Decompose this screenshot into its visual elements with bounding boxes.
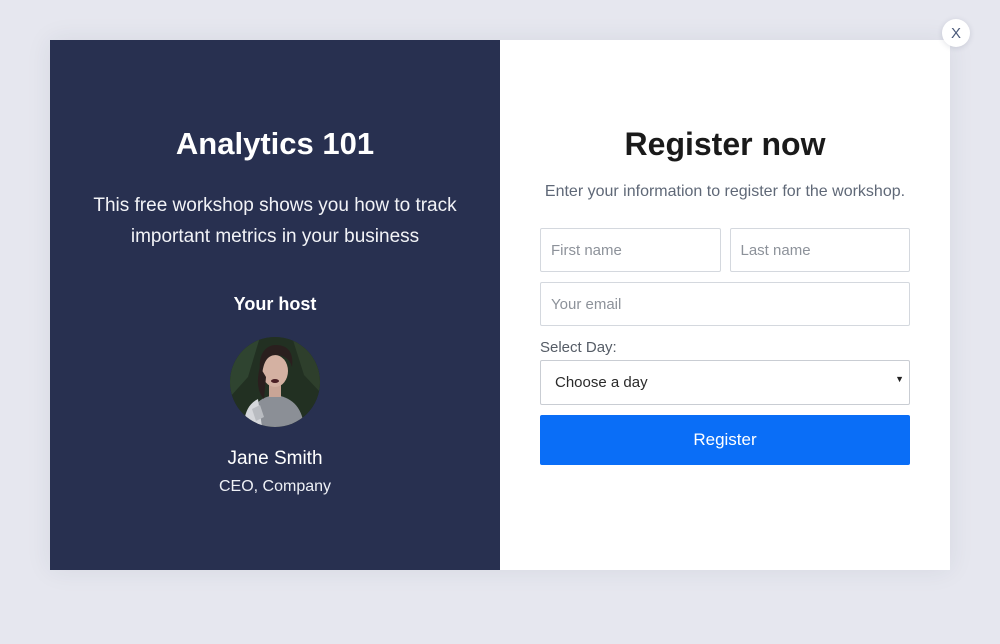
form-title: Register now bbox=[624, 126, 826, 162]
email-input[interactable] bbox=[540, 282, 910, 326]
last-name-input[interactable] bbox=[729, 228, 910, 272]
select-day-label: Select Day: bbox=[540, 339, 617, 356]
day-select-value: Choose a day bbox=[555, 374, 648, 391]
host-name: Jane Smith bbox=[227, 448, 323, 469]
close-icon: X bbox=[950, 24, 961, 42]
day-select[interactable]: Choose a day ▼ bbox=[540, 360, 910, 405]
event-info-panel: Analytics 101 This free workshop shows y… bbox=[50, 40, 500, 570]
register-button[interactable]: Register bbox=[540, 415, 910, 465]
host-role: CEO, Company bbox=[218, 478, 332, 495]
event-description: This free workshop shows you how to trac… bbox=[93, 195, 457, 247]
caret-down-icon: ▼ bbox=[895, 374, 904, 384]
form-subtitle: Enter your information to register for t… bbox=[544, 183, 906, 200]
host-heading: Your host bbox=[233, 294, 317, 314]
host-avatar bbox=[230, 337, 320, 427]
name-row bbox=[540, 228, 910, 272]
registration-panel: Register now Enter your information to r… bbox=[500, 40, 950, 570]
host-photo bbox=[230, 337, 320, 427]
registration-modal: Analytics 101 This free workshop shows y… bbox=[50, 40, 950, 570]
registration-form: Select Day: Choose a day ▼ Register bbox=[540, 228, 910, 465]
event-title: Analytics 101 bbox=[175, 126, 375, 161]
first-name-input[interactable] bbox=[540, 228, 721, 272]
close-button[interactable]: X bbox=[942, 19, 970, 47]
